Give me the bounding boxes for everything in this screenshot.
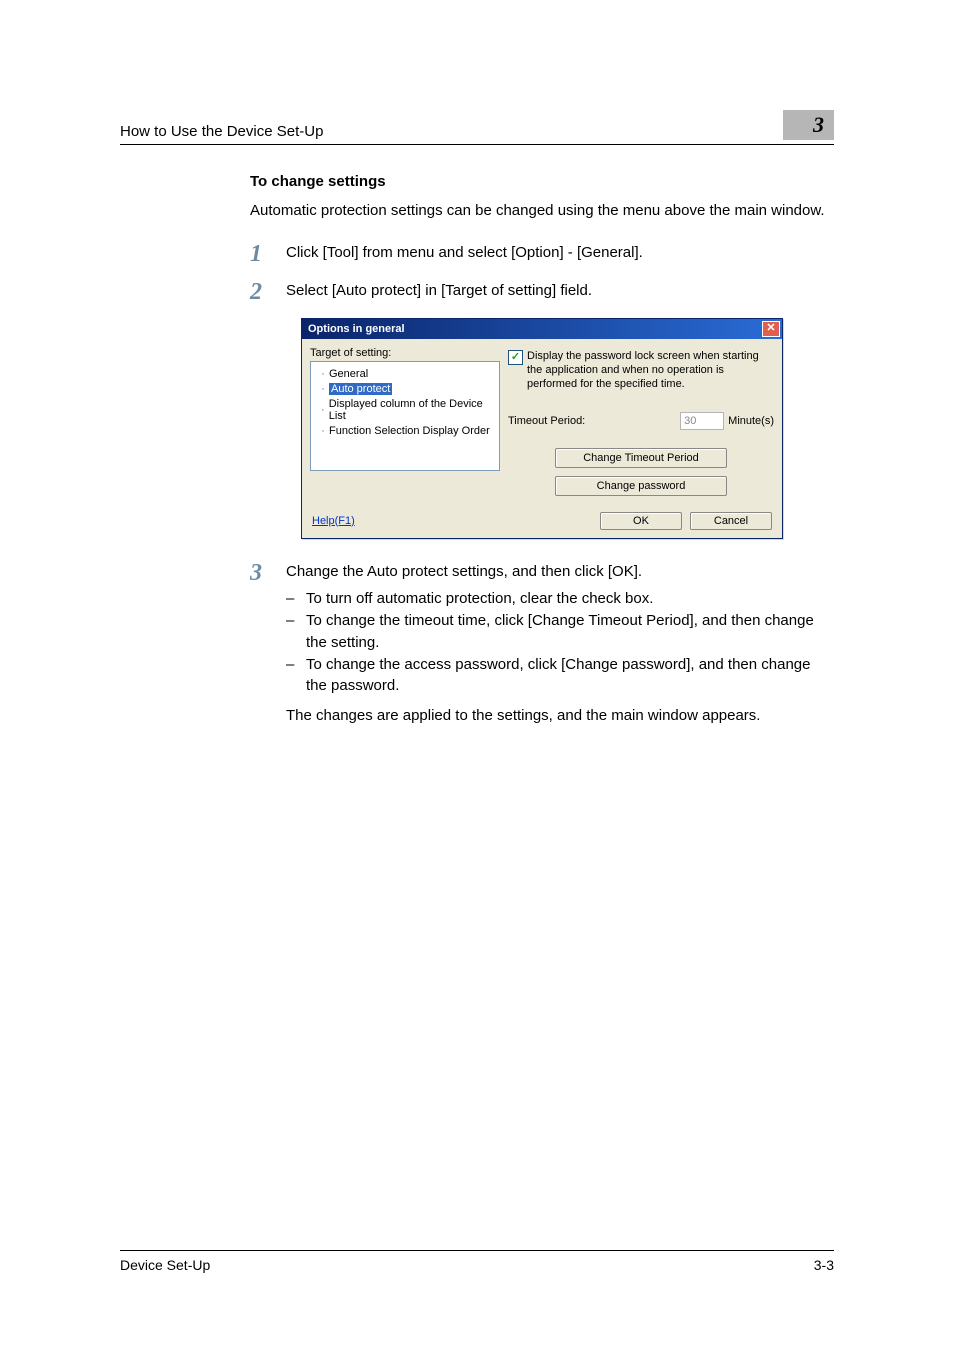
lock-screen-option: ✓ Display the password lock screen when … [508, 349, 774, 392]
cancel-button[interactable]: Cancel [690, 512, 772, 530]
tree-item-label: Function Selection Display Order [329, 425, 490, 437]
tree-item-auto-protect[interactable]: · Auto protect [317, 382, 499, 396]
options-dialog: Options in general ✕ Target of setting: … [301, 318, 783, 539]
tree-dot-icon: · [319, 404, 327, 416]
step-number: 1 [250, 242, 286, 266]
check-icon: ✓ [511, 352, 520, 363]
section-intro: Automatic protection settings can be cha… [250, 200, 834, 222]
dialog-title: Options in general [308, 323, 405, 335]
step-text: Change the Auto protect settings, and th… [286, 561, 834, 583]
bullet-item: – To change the timeout time, click [Cha… [286, 610, 834, 654]
setting-tree[interactable]: · General · Auto protect · Displayed col… [310, 361, 500, 471]
dialog-body: Target of setting: · General · Auto prot… [302, 339, 782, 504]
dialog-footer: Help(F1) OK Cancel [302, 504, 782, 538]
dialog-screenshot: Options in general ✕ Target of setting: … [250, 318, 834, 539]
dialog-titlebar: Options in general ✕ [302, 319, 782, 339]
dialog-right-panel: ✓ Display the password lock screen when … [508, 347, 774, 496]
step-text: Click [Tool] from menu and select [Optio… [286, 242, 643, 266]
tree-dot-icon: · [319, 425, 327, 437]
bullet-item: – To change the access password, click [… [286, 654, 834, 698]
footer-page-number: 3-3 [814, 1257, 834, 1273]
ok-button[interactable]: OK [600, 512, 682, 530]
step-1: 1 Click [Tool] from menu and select [Opt… [250, 242, 834, 266]
timeout-label: Timeout Period: [508, 415, 585, 427]
tree-item-label: Auto protect [329, 383, 392, 395]
timeout-input[interactable]: 30 [680, 412, 724, 430]
step-3: 3 Change the Auto protect settings, and … [250, 561, 834, 727]
bullet-text: To change the timeout time, click [Chang… [306, 610, 834, 654]
chapter-number: 3 [783, 110, 834, 140]
step-number: 3 [250, 561, 286, 727]
step-number: 2 [250, 280, 286, 304]
footer-product: Device Set-Up [120, 1257, 210, 1273]
section-title: To change settings [250, 173, 834, 190]
tree-dot-icon: · [319, 368, 327, 380]
timeout-unit: Minute(s) [728, 415, 774, 427]
dialog-left-panel: Target of setting: · General · Auto prot… [310, 347, 500, 496]
dash-icon: – [286, 610, 306, 654]
bullet-text: To change the access password, click [Ch… [306, 654, 834, 698]
tree-item-label: Displayed column of the Device List [329, 398, 497, 422]
lock-screen-checkbox[interactable]: ✓ [508, 350, 523, 365]
page-header: How to Use the Device Set-Up 3 [120, 110, 834, 145]
tree-item-device-list-columns[interactable]: · Displayed column of the Device List [317, 397, 499, 423]
dash-icon: – [286, 588, 306, 610]
bullet-text: To turn off automatic protection, clear … [306, 588, 653, 610]
lock-screen-label: Display the password lock screen when st… [527, 349, 774, 392]
help-link[interactable]: Help(F1) [312, 515, 355, 527]
tree-dot-icon: · [319, 383, 327, 395]
step-2: 2 Select [Auto protect] in [Target of se… [250, 280, 834, 304]
tree-item-label: General [329, 368, 368, 380]
page-footer: Device Set-Up 3-3 [120, 1250, 834, 1273]
step-text: Select [Auto protect] in [Target of sett… [286, 280, 592, 304]
breadcrumb: How to Use the Device Set-Up [120, 123, 323, 140]
change-password-button[interactable]: Change password [555, 476, 727, 496]
tree-label: Target of setting: [310, 347, 500, 359]
change-timeout-period-button[interactable]: Change Timeout Period [555, 448, 727, 468]
close-icon[interactable]: ✕ [762, 321, 780, 337]
timeout-row: Timeout Period: 30 Minute(s) [508, 412, 774, 430]
tree-item-general[interactable]: · General [317, 367, 499, 381]
bullet-item: – To turn off automatic protection, clea… [286, 588, 834, 610]
tree-item-function-order[interactable]: · Function Selection Display Order [317, 424, 499, 438]
step-closing: The changes are applied to the settings,… [286, 705, 834, 727]
dash-icon: – [286, 654, 306, 698]
